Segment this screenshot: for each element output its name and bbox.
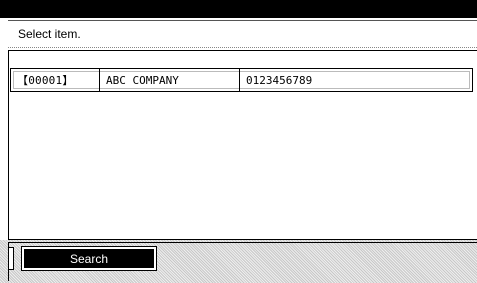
instruction-header: Select item.	[8, 20, 477, 48]
list-item-code: 【00001】	[11, 69, 100, 91]
top-bar	[0, 0, 477, 18]
list-item[interactable]: 【00001】 ABC COMPANY 0123456789	[10, 68, 473, 92]
list-item-name: ABC COMPANY	[100, 69, 240, 91]
list-item-phone: 0123456789	[246, 73, 313, 87]
search-button[interactable]: Search	[21, 246, 157, 271]
left-edge-tab	[8, 247, 14, 270]
instruction-text: Select item.	[18, 27, 81, 41]
